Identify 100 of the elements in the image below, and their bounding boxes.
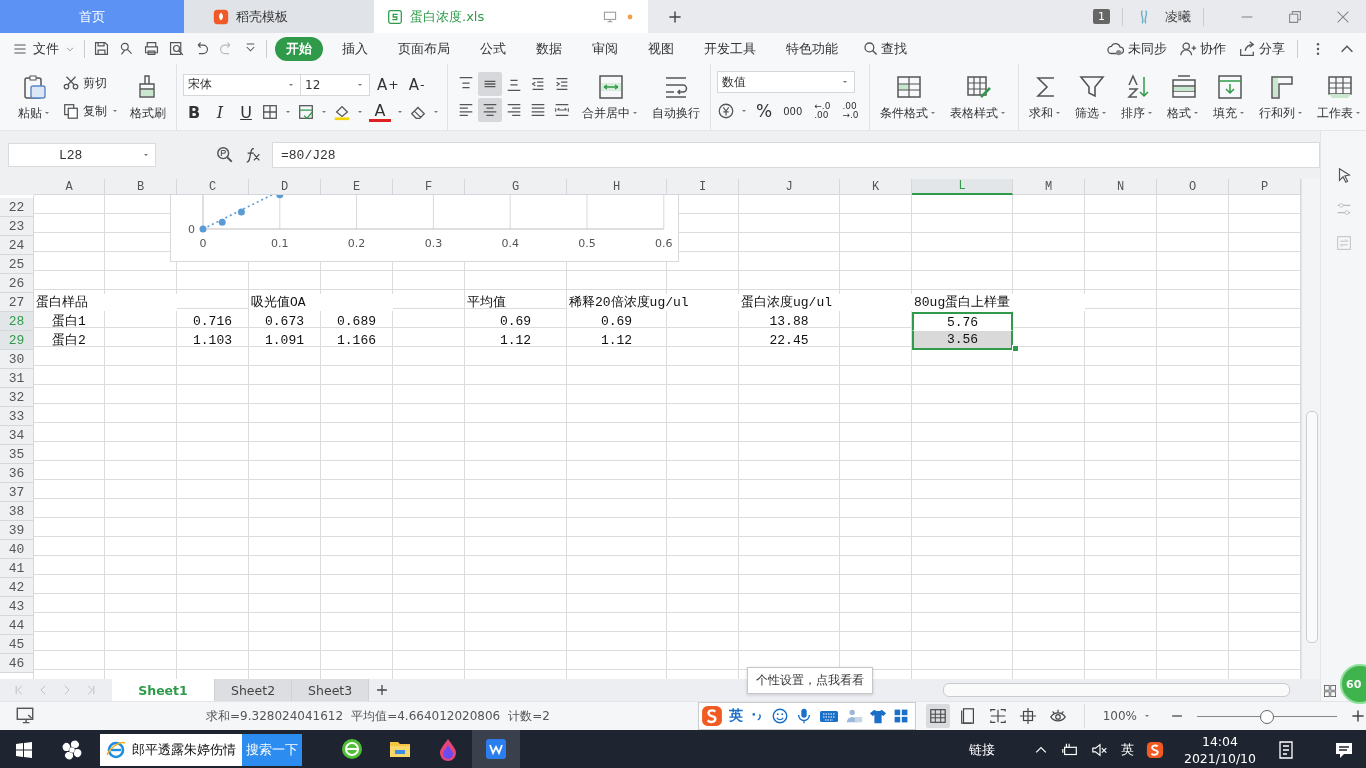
row-header[interactable]: 38 — [0, 502, 34, 521]
increase-decimal-button[interactable]: ←.0 .00 — [810, 102, 835, 120]
document-tab[interactable]: 稻壳模板 — [184, 0, 374, 33]
ime-language[interactable]: 英 — [728, 707, 743, 725]
zoom-icon[interactable] — [216, 146, 234, 164]
row-header[interactable]: 30 — [0, 350, 34, 369]
align-center-button[interactable] — [478, 98, 502, 122]
wrap-text-button[interactable]: 自动换行 — [648, 70, 704, 124]
table-cell[interactable]: 80ug蛋白上样量 — [912, 294, 1085, 311]
window-count[interactable]: 1 — [1093, 9, 1110, 24]
fill-color-icon[interactable] — [333, 103, 351, 121]
table-style-button[interactable]: 表格样式 — [945, 70, 1012, 124]
row-header[interactable]: 31 — [0, 369, 34, 388]
collab-button[interactable]: 协作 — [1179, 39, 1226, 58]
column-header[interactable]: K — [840, 179, 912, 195]
cut-button[interactable]: 剪切 — [60, 72, 122, 94]
save-icon[interactable] — [93, 40, 110, 57]
column-header[interactable]: E — [321, 179, 393, 195]
input-language[interactable]: 英 — [1120, 741, 1134, 759]
row-header[interactable]: 39 — [0, 521, 34, 540]
table-cell[interactable]: 1.166 — [321, 331, 393, 350]
underline-button[interactable]: U — [235, 102, 257, 122]
table-cell[interactable]: 0.69 — [567, 312, 667, 331]
menu-tab[interactable]: 视图 — [637, 36, 685, 61]
links-toolbar[interactable]: 链接 — [968, 741, 995, 759]
table-cell[interactable]: 3.56 — [912, 331, 1013, 350]
row-header[interactable]: 22 — [0, 198, 34, 217]
sort-button[interactable]: 排序 — [1116, 70, 1159, 124]
table-cell[interactable]: 1.12 — [567, 331, 667, 350]
table-cell[interactable]: 1.12 — [465, 331, 567, 350]
worksheet-button[interactable]: 工作表 — [1312, 70, 1366, 124]
clock[interactable]: 14:04 2021/10/10 — [1183, 733, 1256, 767]
row-header[interactable]: 40 — [0, 540, 34, 559]
print-icon[interactable] — [143, 40, 160, 57]
formula-field[interactable]: =80/J28 — [272, 142, 1320, 168]
sum-button[interactable]: 求和 — [1024, 70, 1067, 124]
font-select[interactable]: 宋体 — [183, 73, 301, 96]
function-icon[interactable] — [244, 146, 262, 164]
column-header[interactable]: G — [465, 179, 567, 195]
notification-icon[interactable] — [1334, 740, 1354, 760]
row-header[interactable]: 35 — [0, 445, 34, 464]
share-button[interactable]: 分享 — [1238, 39, 1285, 58]
fill-button[interactable]: 填充 — [1208, 70, 1251, 124]
column-header[interactable]: H — [567, 179, 667, 195]
column-header[interactable]: P — [1229, 179, 1301, 195]
row-header[interactable]: 32 — [0, 388, 34, 407]
column-header[interactable]: O — [1157, 179, 1229, 195]
table-cell[interactable]: 蛋白1 — [34, 312, 105, 331]
vertical-scrollbar[interactable] — [1301, 179, 1320, 679]
table-cell[interactable]: 1.091 — [249, 331, 321, 350]
new-tab-icon[interactable] — [667, 8, 683, 25]
row-header[interactable]: 23 — [0, 217, 34, 236]
zoom-in-icon[interactable] — [1350, 708, 1366, 724]
decrease-decimal-button[interactable]: .00 →.0 — [838, 102, 863, 120]
row-header[interactable]: 45 — [0, 635, 34, 654]
sheet-tab[interactable]: Sheet3 — [292, 679, 370, 701]
align-middle-button[interactable] — [478, 72, 502, 96]
search-button[interactable]: 查找 — [863, 39, 907, 58]
percent-button[interactable]: % — [753, 99, 776, 123]
row-header[interactable]: 43 — [0, 597, 34, 616]
emoji-icon[interactable] — [770, 707, 789, 725]
column-header[interactable]: J — [739, 179, 840, 195]
print-preview-icon[interactable] — [168, 40, 185, 57]
row-header[interactable]: 26 — [0, 274, 34, 293]
number-format-select[interactable]: 数值 — [717, 71, 855, 93]
table-cell[interactable]: 0.69 — [465, 312, 567, 331]
bold-button[interactable]: B — [183, 102, 205, 122]
horizontal-scrollbar[interactable] — [943, 683, 1290, 697]
format-button[interactable]: 格式 — [1162, 70, 1205, 124]
filter-button[interactable]: 筛选 — [1070, 70, 1113, 124]
menu-tab[interactable]: 特色功能 — [775, 36, 849, 61]
volume-muted-icon[interactable] — [1090, 741, 1109, 759]
border-icon[interactable] — [261, 103, 279, 121]
menu-tab[interactable]: 开发工具 — [693, 36, 767, 61]
grid-icon[interactable] — [1322, 683, 1338, 699]
search-field[interactable]: 郎平透露朱婷伤情 — [100, 734, 242, 766]
windows-start-icon[interactable] — [14, 740, 34, 760]
cloud-button[interactable]: 未同步 — [1107, 39, 1167, 58]
column-header[interactable]: B — [105, 179, 177, 195]
italic-button[interactable]: I — [209, 102, 231, 122]
column-header[interactable]: N — [1085, 179, 1157, 195]
table-cell[interactable]: 0.673 — [249, 312, 321, 331]
table-cell[interactable]: 13.88 — [739, 312, 840, 331]
column-header[interactable]: A — [34, 179, 105, 195]
row-header[interactable]: 41 — [0, 559, 34, 578]
paste-button[interactable]: 粘贴 — [14, 70, 56, 124]
name-box[interactable]: L28 — [8, 143, 156, 167]
currency-icon[interactable] — [717, 102, 735, 120]
row-header[interactable]: 27 — [0, 293, 34, 312]
row-header[interactable]: 37 — [0, 483, 34, 502]
column-header[interactable]: I — [667, 179, 739, 195]
menu-tab[interactable]: 插入 — [331, 36, 379, 61]
row-header[interactable]: 42 — [0, 578, 34, 597]
row-header[interactable]: 34 — [0, 426, 34, 445]
row-header[interactable]: 33 — [0, 407, 34, 426]
conditional-format-button[interactable]: 条件格式 — [875, 70, 942, 124]
table-cell[interactable]: 蛋白浓度ug/ul — [739, 294, 912, 311]
table-cell[interactable]: 1.103 — [177, 331, 249, 350]
zoom-level[interactable]: 100% — [1102, 709, 1137, 723]
notes-icon[interactable] — [1276, 740, 1296, 760]
